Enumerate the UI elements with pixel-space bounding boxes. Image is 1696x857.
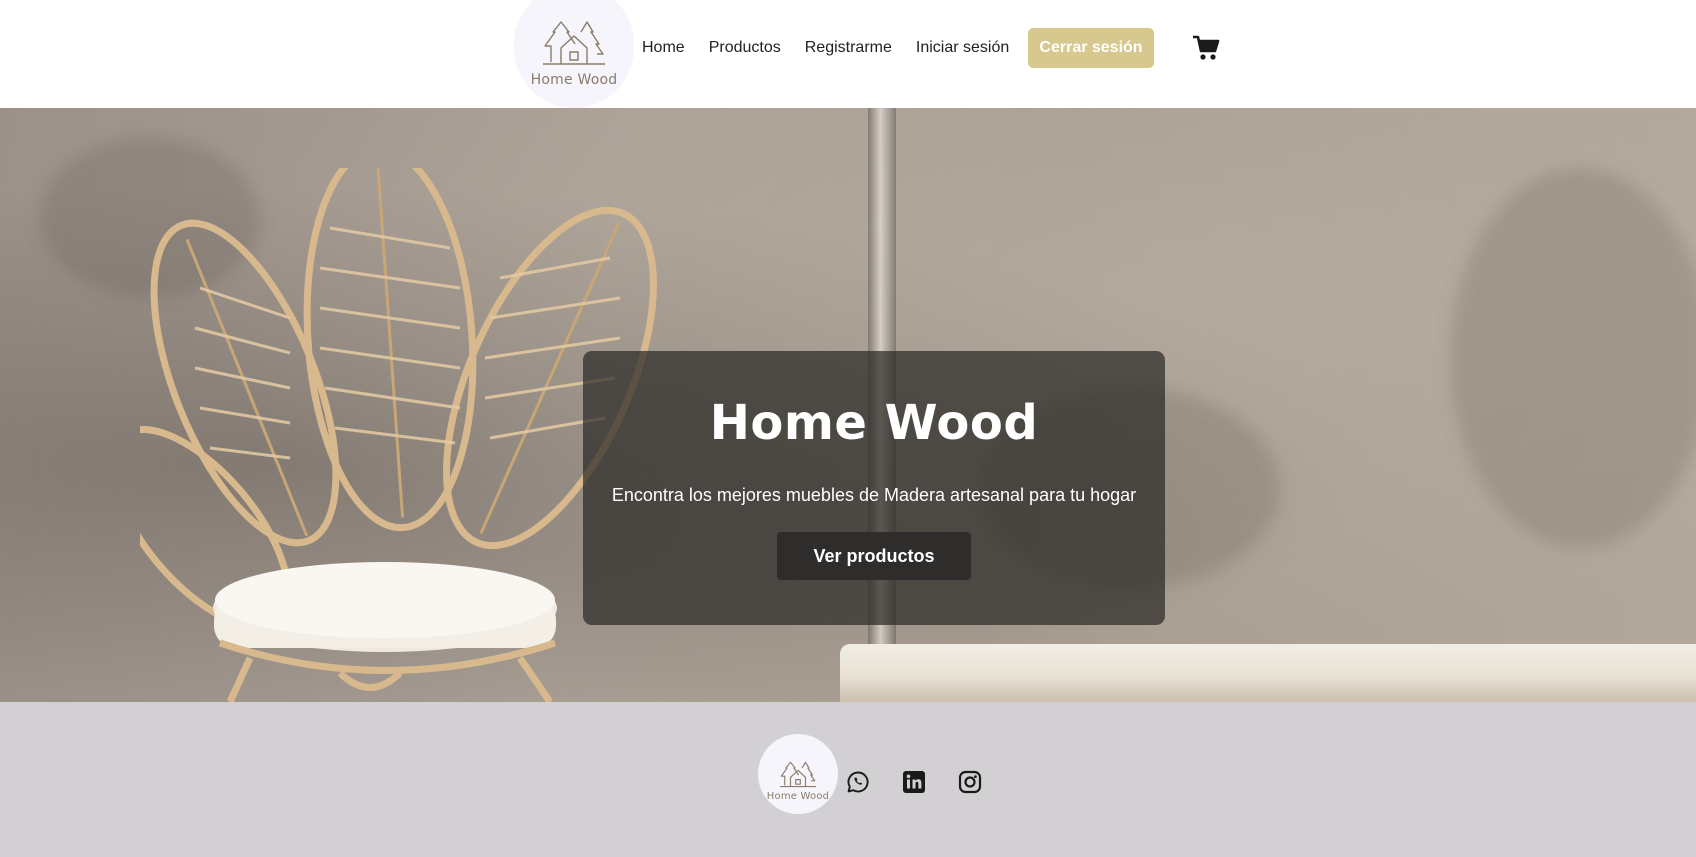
logout-button[interactable]: Cerrar sesión (1028, 28, 1154, 68)
linkedin-icon[interactable] (902, 770, 926, 794)
nav-home[interactable]: Home (642, 39, 685, 57)
view-products-button[interactable]: Ver productos (777, 532, 971, 580)
footer-logo[interactable]: Home Wood (758, 734, 838, 814)
house-trees-icon (543, 21, 605, 65)
hero-card: Home Wood Encontra los mejores muebles d… (583, 351, 1165, 625)
site-header: Home Wood Home Productos Registrarme Ini… (0, 0, 1696, 108)
instagram-icon[interactable] (958, 770, 982, 794)
shopping-cart-icon[interactable] (1192, 34, 1220, 62)
nav-productos[interactable]: Productos (709, 39, 781, 57)
hero-title: Home Wood (709, 395, 1039, 451)
hero-subtitle: Encontra los mejores muebles de Madera a… (611, 485, 1137, 505)
whatsapp-icon[interactable] (846, 770, 870, 794)
main-nav: Home Productos Registrarme Iniciar sesió… (642, 28, 1033, 68)
nav-registrarme[interactable]: Registrarme (805, 39, 892, 57)
footer-logo-text: Home Wood (766, 791, 830, 802)
site-footer: Home Wood (0, 702, 1696, 857)
wall-texture (1450, 168, 1696, 548)
wall-pipe (840, 644, 1696, 702)
brand-logo[interactable]: Home Wood (514, 0, 634, 108)
house-trees-icon (780, 761, 816, 788)
hero-section: Home Wood Encontra los mejores muebles d… (0, 108, 1696, 702)
logo-text: Home Wood (530, 72, 618, 88)
nav-iniciar-sesion[interactable]: Iniciar sesión (916, 39, 1009, 57)
